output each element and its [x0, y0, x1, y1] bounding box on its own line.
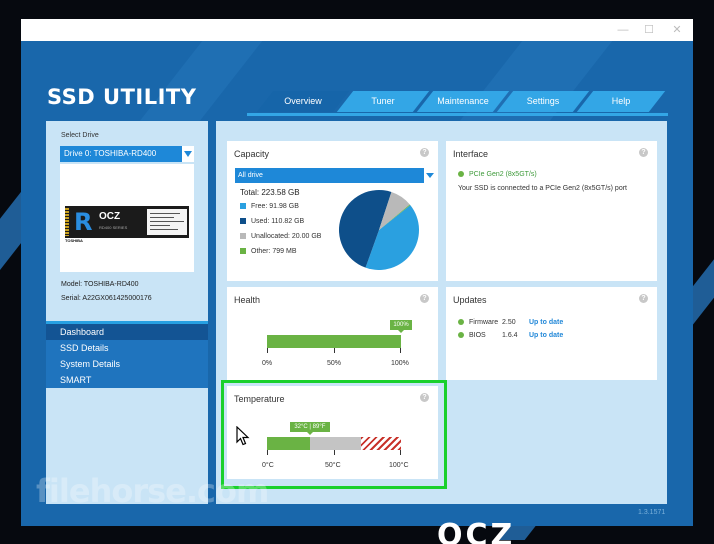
capacity-total: Total: 223.58 GB [240, 188, 300, 197]
capacity-pie-chart [338, 189, 419, 270]
drive-image: R OCZ RD400 SERIES TOSHIBA [60, 164, 194, 272]
ocz-watermark: OCZ [437, 518, 516, 544]
drive-select-value: Drive 0: TOSHIBA-RD400 [64, 149, 157, 158]
ssd-subtitle: RD400 SERIES [99, 225, 128, 230]
tab-label: Overview [284, 96, 322, 106]
title-bar: — ☐ ✕ [21, 19, 693, 41]
status-dot-icon [458, 332, 464, 338]
tab-maintenance[interactable]: Maintenance [416, 91, 510, 112]
capacity-drive-select[interactable]: All drive [235, 168, 435, 183]
update-version: 2.50 [502, 319, 516, 326]
legend-label: Free: 91.98 GB [251, 203, 299, 210]
tab-label: Help [611, 96, 631, 106]
legend-item: Unallocated: 20.00 GB [240, 233, 321, 240]
help-icon[interactable]: ? [639, 148, 648, 157]
legend-swatch [240, 248, 246, 254]
update-name: Firmware [469, 319, 499, 326]
update-bios: BIOS 1.6.4 Up to date [458, 332, 563, 339]
card-title: Interface [453, 149, 489, 159]
ssd-maker: TOSHIBA [65, 238, 83, 243]
tab-settings[interactable]: Settings [496, 91, 590, 112]
app-version: 1.3.1571 [638, 509, 666, 516]
app-title: SSD UTILITY [47, 85, 197, 109]
health-badge: 100% [390, 320, 412, 333]
interface-status: PCIe Gen2 (8x5GT/s) [458, 171, 537, 178]
update-status-link[interactable]: Up to date [529, 319, 563, 326]
capacity-card: Capacity ? All drive Total: 223.58 GB Fr… [227, 141, 438, 281]
health-bar [267, 335, 401, 353]
legend-swatch [240, 218, 246, 224]
tab-tuner[interactable]: Tuner [336, 91, 430, 112]
sidebar-item-ssd-details[interactable]: SSD Details [46, 340, 208, 356]
legend-item: Free: 91.98 GB [240, 203, 299, 210]
select-drive-label: Select Drive [61, 132, 99, 139]
card-title: Health [234, 295, 261, 305]
legend-label: Other: 799 MB [251, 248, 297, 255]
update-name: BIOS [469, 332, 486, 339]
sidebar-item-dashboard[interactable]: Dashboard [46, 324, 208, 340]
updates-card: Updates ? Firmware 2.50 Up to date BIOS 1.6… [446, 287, 657, 380]
tab-overview[interactable]: Overview [256, 91, 350, 112]
tab-label: Settings [526, 96, 560, 106]
update-version: 1.6.4 [502, 332, 518, 339]
tab-label: Maintenance [437, 96, 489, 106]
drive-model: Model: TOSHIBA-RD400 [61, 281, 139, 288]
tab-help[interactable]: Help [576, 91, 666, 112]
ssd-brand: OCZ [99, 211, 121, 222]
legend-swatch [240, 233, 246, 239]
update-status-link[interactable]: Up to date [529, 332, 563, 339]
drive-serial: Serial: A22GX061425000176 [61, 295, 152, 302]
update-firmware: Firmware 2.50 Up to date [458, 319, 563, 326]
maximize-button[interactable]: ☐ [635, 19, 663, 41]
legend-item: Used: 110.82 GB [240, 218, 304, 225]
help-icon[interactable]: ? [639, 294, 648, 303]
filehorse-watermark: filehorse.com [36, 472, 269, 510]
bar-tick [267, 348, 268, 353]
interface-card: Interface ? PCIe Gen2 (8x5GT/s) Your SSD… [446, 141, 657, 281]
chevron-down-icon[interactable] [424, 168, 435, 183]
tab-label: Tuner [371, 96, 395, 106]
health-scale-mid: 50% [327, 360, 342, 367]
bar-tick [334, 348, 335, 353]
legend-label: Unallocated: 20.00 GB [251, 233, 322, 240]
mouse-cursor-icon [236, 426, 250, 446]
interface-link: PCIe Gen2 (8x5GT/s) [469, 171, 537, 178]
sidebar-item-system-details[interactable]: System Details [46, 356, 208, 372]
ssd-board-image: R OCZ RD400 SERIES [65, 206, 189, 238]
card-title: Updates [453, 295, 487, 305]
close-button[interactable]: ✕ [663, 19, 691, 41]
help-icon[interactable]: ? [420, 148, 429, 157]
sidebar-item-smart[interactable]: SMART [46, 372, 208, 388]
health-scale-max: 100% [391, 360, 409, 367]
sidebar-nav: Dashboard SSD Details System Details SMA… [46, 321, 208, 388]
drive-select[interactable]: Drive 0: TOSHIBA-RD400 [60, 146, 194, 162]
card-title: Capacity [234, 149, 270, 159]
health-card: Health ? 100% 0% 50% 100% [227, 287, 438, 380]
minimize-button[interactable]: — [609, 19, 637, 41]
ssd-connector [65, 208, 69, 236]
help-icon[interactable]: ? [420, 294, 429, 303]
status-dot-icon [458, 171, 464, 177]
health-scale-min: 0% [262, 360, 273, 367]
capacity-select-value: All drive [238, 172, 263, 179]
bar-tick [400, 348, 401, 353]
legend-label: Used: 110.82 GB [251, 218, 305, 225]
ssd-sticker [147, 209, 187, 235]
sidebar: Select Drive Drive 0: TOSHIBA-RD400 R OC… [46, 121, 208, 504]
tab-underline [247, 113, 668, 116]
legend-item: Other: 799 MB [240, 248, 297, 255]
r-logo-icon: R [74, 208, 93, 236]
interface-description: Your SSD is connected to a PCIe Gen2 (8x… [458, 185, 627, 192]
legend-swatch [240, 203, 246, 209]
header-decoration [139, 41, 263, 121]
health-bar-fill [267, 335, 401, 348]
chevron-down-icon[interactable] [182, 146, 194, 162]
status-dot-icon [458, 319, 464, 325]
